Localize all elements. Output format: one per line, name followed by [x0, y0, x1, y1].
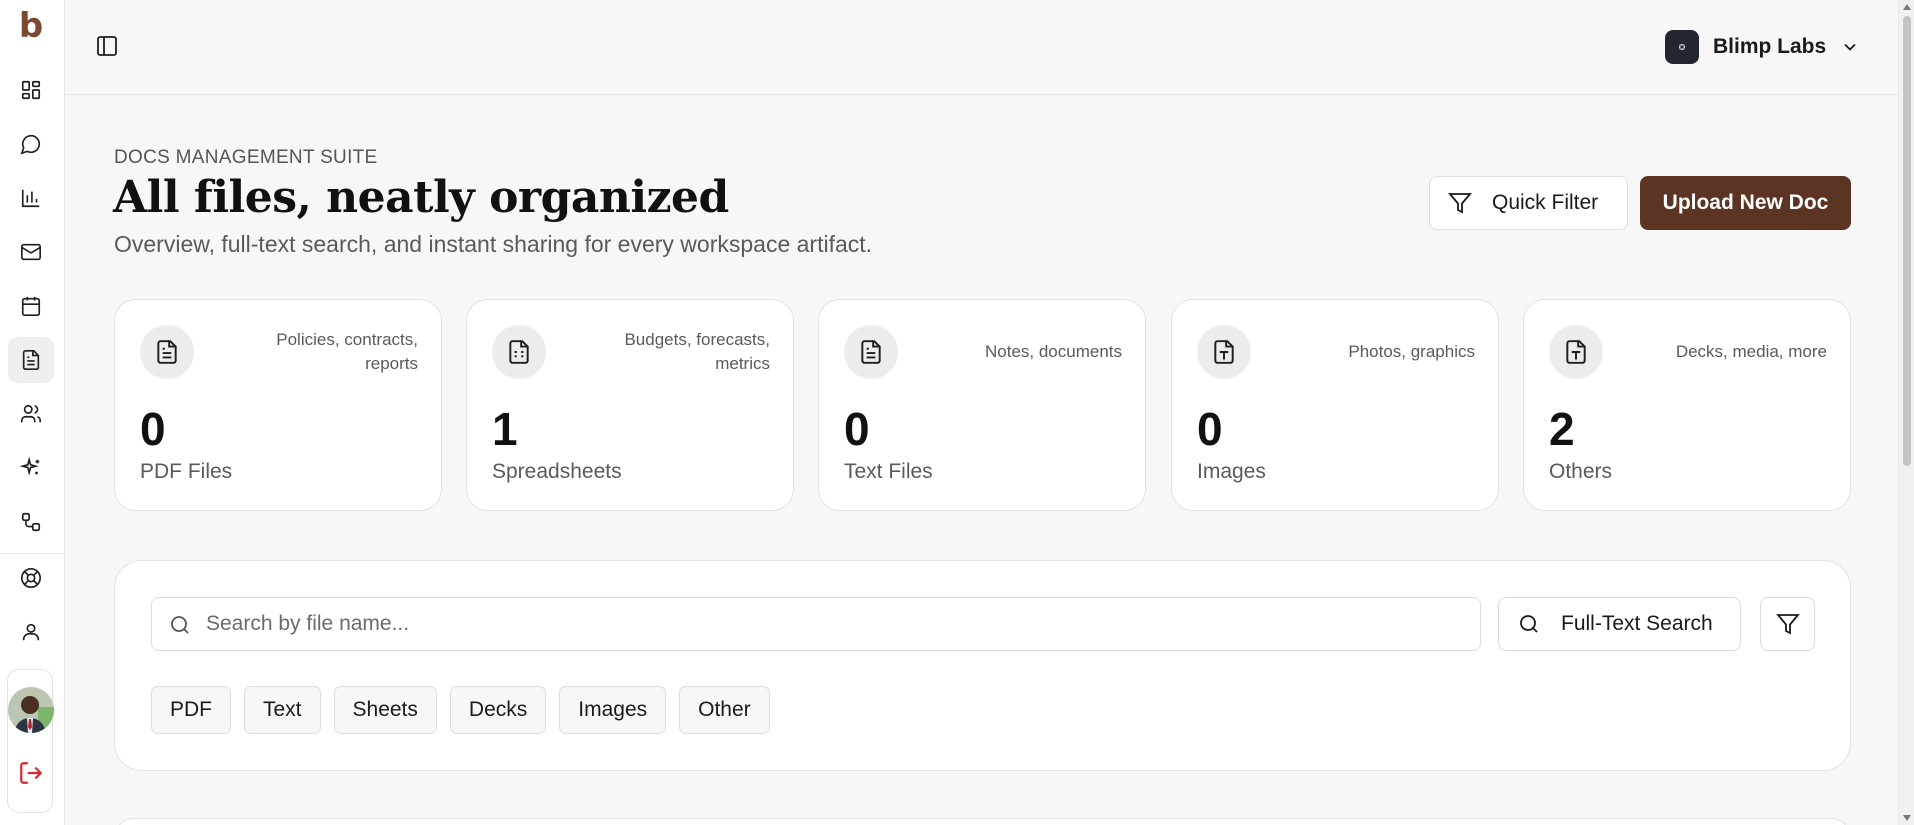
sidebar-divider: [0, 553, 65, 554]
sidebar-item-team[interactable]: [8, 391, 54, 437]
chip-images[interactable]: Images: [559, 686, 667, 734]
user-menu: [7, 669, 54, 813]
file-spreadsheet-icon: [492, 325, 546, 379]
stat-description: Budgets, forecasts, metrics: [624, 330, 770, 373]
scroll-down-arrow[interactable]: [1903, 815, 1911, 821]
search-icon: [1520, 615, 1538, 633]
file-text-icon: [140, 325, 194, 379]
lifebuoy-icon: [21, 568, 41, 588]
full-text-search-button[interactable]: Full-Text Search: [1498, 597, 1741, 651]
page-scrollbar[interactable]: [1898, 0, 1914, 825]
layout-grid-icon: [21, 80, 41, 100]
sidebar-item-mail[interactable]: [8, 229, 54, 275]
stat-count: 0: [1197, 403, 1223, 455]
filter-icon: [1448, 193, 1472, 214]
stat-description: Photos, graphics: [1348, 342, 1475, 361]
mail-icon: [21, 243, 41, 261]
chip-text[interactable]: Text: [244, 686, 321, 734]
avatar[interactable]: [8, 687, 54, 733]
file-type-icon: [1197, 325, 1251, 379]
document-icon: [22, 350, 40, 370]
stat-card-text-files[interactable]: Notes, documents 0 Text Files: [818, 299, 1146, 511]
file-type-icon: [1549, 325, 1603, 379]
chip-decks[interactable]: Decks: [449, 686, 547, 734]
workflow-icon: [21, 512, 41, 532]
stat-label: Others: [1549, 460, 1613, 483]
stat-label: Images: [1197, 460, 1266, 483]
topbar: Blimp Labs: [65, 0, 1898, 95]
quick-filter-button[interactable]: Quick Filter: [1429, 176, 1628, 230]
sidebar: b: [0, 0, 65, 825]
stat-count: 2: [1549, 403, 1575, 455]
scroll-up-arrow[interactable]: [1903, 4, 1911, 10]
stat-description: Notes, documents: [984, 342, 1122, 361]
workspace-logo-icon: [1665, 30, 1699, 64]
page-subtitle: Overview, full-text search, and instant …: [114, 231, 873, 257]
stat-label: Text Files: [844, 460, 933, 483]
chip-other[interactable]: Other: [679, 686, 770, 734]
stat-card-others[interactable]: Decks, media, more 2 Others: [1523, 299, 1851, 511]
stat-description: Policies, contracts, reports: [276, 330, 418, 373]
sidebar-item-reports[interactable]: [8, 175, 54, 221]
workspace-switcher[interactable]: Blimp Labs: [1665, 30, 1860, 64]
files-panel: [114, 818, 1851, 825]
app-logo[interactable]: b: [14, 6, 48, 46]
filter-icon: [1775, 614, 1800, 635]
sidebar-item-chat[interactable]: [8, 121, 54, 167]
sparkles-icon: [20, 457, 40, 476]
stat-count: 1: [492, 403, 518, 455]
stat-card-pdf[interactable]: Policies, contracts, reports 0 PDF Files: [114, 299, 442, 511]
full-text-search-label: Full-Text Search: [1561, 612, 1713, 635]
sidebar-item-ai[interactable]: [8, 445, 54, 491]
search-panel: Full-Text Search PDF Text Sheets Decks I…: [114, 560, 1851, 771]
stat-count: 0: [140, 403, 166, 455]
workspace-name: Blimp Labs: [1713, 35, 1827, 58]
stat-card-spreadsheets[interactable]: Budgets, forecasts, metrics 1 Spreadshee…: [466, 299, 794, 511]
file-text-icon: [844, 325, 898, 379]
search-icon: [171, 616, 189, 634]
stat-count: 0: [844, 403, 870, 455]
sidebar-item-docs[interactable]: [8, 337, 54, 383]
users-icon: [21, 404, 41, 423]
scroll-thumb[interactable]: [1903, 16, 1911, 466]
page-title: All files, neatly organized: [113, 172, 729, 223]
chart-bars-icon: [21, 189, 40, 208]
sidebar-item-support[interactable]: [8, 555, 54, 601]
chevron-down-icon: [1844, 43, 1856, 51]
filter-button[interactable]: [1760, 597, 1815, 651]
stat-label: Spreadsheets: [492, 460, 622, 483]
sidebar-item-dashboard[interactable]: [8, 67, 54, 113]
upload-new-doc-button[interactable]: Upload New Doc: [1640, 176, 1851, 230]
stat-card-images[interactable]: Photos, graphics 0 Images: [1171, 299, 1499, 511]
logout-icon[interactable]: [18, 760, 44, 786]
user-icon: [22, 623, 40, 641]
stat-label: PDF Files: [140, 460, 233, 483]
panel-toggle-icon[interactable]: [95, 34, 119, 58]
search-input[interactable]: [206, 598, 1466, 650]
sidebar-item-calendar[interactable]: [8, 283, 54, 329]
stat-description: Decks, media, more: [1675, 342, 1827, 361]
message-circle-icon: [20, 134, 41, 155]
page-eyebrow: DOCS MANAGEMENT SUITE: [114, 147, 378, 168]
chip-sheets[interactable]: Sheets: [333, 686, 437, 734]
sidebar-item-profile[interactable]: [8, 609, 54, 655]
calendar-icon: [21, 296, 41, 316]
quick-filter-label: Quick Filter: [1492, 191, 1599, 214]
file-type-chips: PDF Text Sheets Decks Images Other: [151, 686, 770, 734]
sidebar-item-workflows[interactable]: [8, 499, 54, 545]
search-field[interactable]: [151, 597, 1481, 651]
chip-pdf[interactable]: PDF: [151, 686, 231, 734]
